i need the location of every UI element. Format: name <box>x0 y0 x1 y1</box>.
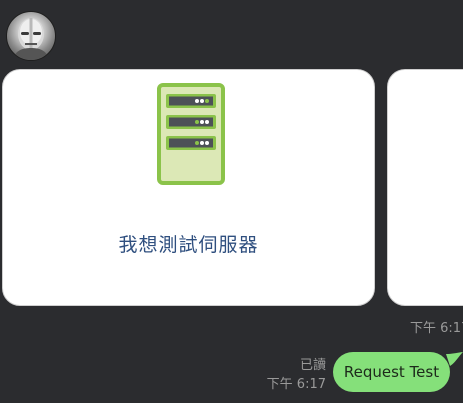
read-status: 已讀 <box>299 358 326 373</box>
bubble-tail <box>446 352 463 366</box>
bot-avatar[interactable] <box>6 11 56 61</box>
carousel-card-next[interactable] <box>387 69 463 306</box>
robot-avatar-icon <box>13 18 49 60</box>
carousel-timestamp: 下午 6:17 <box>410 321 463 336</box>
message-timestamp: 下午 6:17 <box>266 377 326 392</box>
carousel-card[interactable]: 我想測試伺服器 <box>2 69 375 306</box>
message-text: Request Test <box>343 363 440 381</box>
card-title[interactable]: 我想測試伺服器 <box>3 230 374 257</box>
server-icon <box>157 83 225 185</box>
sent-message-bubble[interactable]: Request Test <box>333 352 450 392</box>
message-carousel[interactable]: 我想測試伺服器 <box>0 68 463 310</box>
